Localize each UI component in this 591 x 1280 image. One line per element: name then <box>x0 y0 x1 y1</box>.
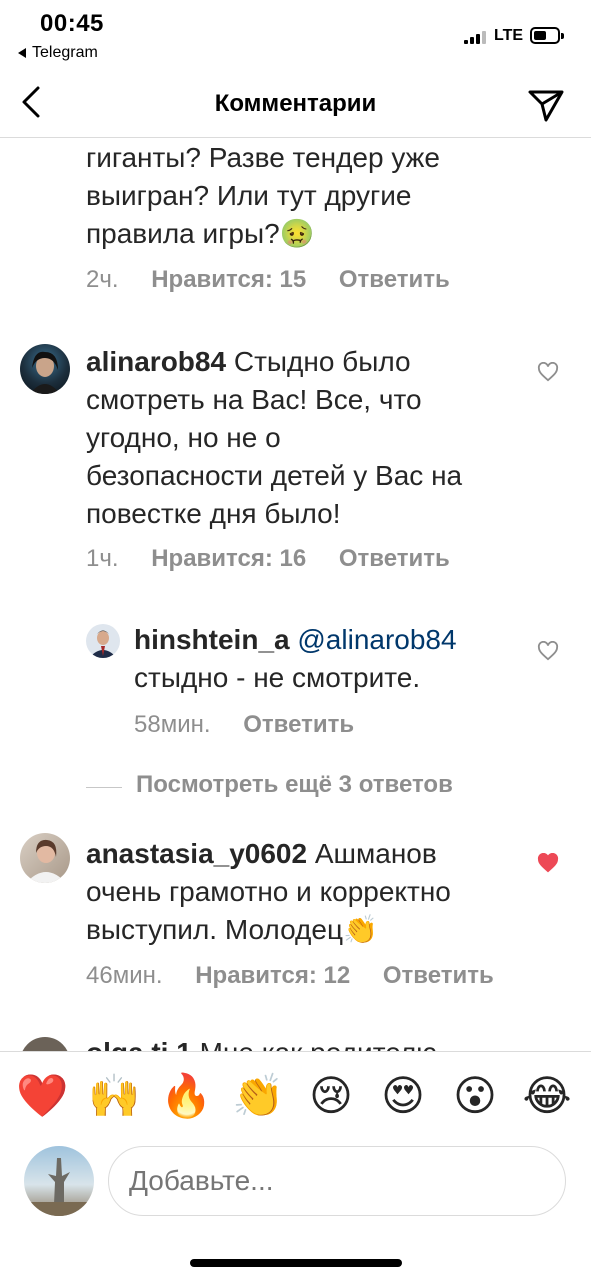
avatar[interactable] <box>20 1037 70 1051</box>
comment-line: смотреть на Вас! Все, что <box>86 384 422 415</box>
raising-hands-emoji-button[interactable]: 🙌 <box>88 1070 140 1122</box>
comment-line: повестке дня было! <box>86 498 341 529</box>
comment-time: 1ч. <box>86 545 119 572</box>
comment-meta: 2ч. Нравится: 15 Ответить <box>86 266 476 294</box>
laughing-emoji-button[interactable]: 😂 <box>521 1070 573 1122</box>
divider <box>86 787 122 788</box>
direct-share-icon[interactable] <box>526 84 566 124</box>
comment-text: alinarob84 Стыдно было смотреть на Вас! … <box>86 343 462 533</box>
comment-time: 2ч. <box>86 266 119 293</box>
comment-line: alinarob84 Стыдно было <box>86 343 462 381</box>
comment-line: hinshtein_a @alinarob84 <box>134 621 457 659</box>
comment-line: выступил. Молодец👏 <box>86 914 378 945</box>
comment-line: угодно, но не о <box>86 422 281 453</box>
comments-list[interactable]: гиганты? Разве тендер уже выигран? Или т… <box>0 139 591 1051</box>
comment-text: olga.ti.1 Мне как родителю <box>86 1034 437 1051</box>
back-triangle-icon <box>18 47 26 58</box>
comment-line-text: Стыдно было <box>226 346 411 377</box>
avatar[interactable] <box>20 833 70 883</box>
liked-heart-icon[interactable] <box>537 853 559 873</box>
likes-count-link[interactable]: Нравится: 15 <box>151 266 306 293</box>
reply-button[interactable]: Ответить <box>339 266 450 293</box>
heart-eyes-emoji-button[interactable]: 😍 <box>377 1070 429 1122</box>
comment-meta: 58мин. Ответить <box>134 711 380 739</box>
view-more-replies-label: Посмотреть ещё 3 ответов <box>136 771 453 798</box>
comment-line: стыдно - не смотрите. <box>134 662 421 693</box>
reply-button[interactable]: Ответить <box>339 545 450 572</box>
comment-line: правила игры?🤢 <box>86 218 315 249</box>
likes-count-link[interactable]: Нравится: 16 <box>151 545 306 572</box>
comment-line: гиганты? Разве тендер уже <box>86 142 440 173</box>
comment-line: выигран? Или тут другие <box>86 180 412 211</box>
battery-icon <box>530 27 564 44</box>
like-heart-icon[interactable] <box>537 362 559 382</box>
heart-emoji-button[interactable]: ❤️ <box>16 1070 68 1122</box>
comment-composer <box>0 1141 591 1241</box>
mention-link[interactable]: @alinarob84 <box>297 624 456 655</box>
comment-meta: 46мин. Нравится: 12 Ответить <box>86 962 520 990</box>
comment-username[interactable]: alinarob84 <box>86 346 226 377</box>
comment-text: гиганты? Разве тендер уже выигран? Или т… <box>86 139 440 253</box>
comment-text: anastasia_y0602 Ашманов очень грамотно и… <box>86 835 451 949</box>
comment-username[interactable]: hinshtein_a <box>134 624 290 655</box>
comment-meta: 1ч. Нравится: 16 Ответить <box>86 545 476 573</box>
comment-time: 58мин. <box>134 711 211 738</box>
back-to-app-link[interactable]: Telegram <box>18 44 98 62</box>
clapping-emoji-button[interactable]: 👏 <box>232 1070 284 1122</box>
comment-line: безопасности детей у Вас на <box>86 460 463 491</box>
crying-emoji-button[interactable]: 😢 <box>305 1070 357 1122</box>
status-bar: 00:45 Telegram LTE <box>0 0 591 70</box>
status-time: 00:45 <box>40 10 104 37</box>
likes-count-link[interactable]: Нравится: 12 <box>195 962 350 989</box>
comment-line: anastasia_y0602 Ашманов <box>86 835 451 873</box>
comment-username[interactable]: anastasia_y0602 <box>86 838 307 869</box>
reply-button[interactable]: Ответить <box>243 711 354 738</box>
emoji-quick-bar: ❤️ 🙌 🔥 👏 😢 😍 😮 😂 <box>0 1051 591 1141</box>
comment-line: olga.ti.1 Мне как родителю <box>86 1034 437 1051</box>
navigation-bar: Комментарии <box>0 70 591 138</box>
fire-emoji-button[interactable]: 🔥 <box>160 1070 212 1122</box>
surprised-emoji-button[interactable]: 😮 <box>449 1070 501 1122</box>
comment-text: hinshtein_a @alinarob84 стыдно - не смот… <box>134 621 457 697</box>
page-title: Комментарии <box>214 90 377 117</box>
current-user-avatar <box>24 1146 94 1216</box>
home-indicator <box>190 1259 402 1267</box>
comment-line-text: Мне как родителю <box>192 1037 438 1051</box>
comment-line-text: Ашманов <box>307 838 437 869</box>
comment-username[interactable]: olga.ti.1 <box>86 1037 192 1051</box>
comment-time: 46мин. <box>86 962 163 989</box>
avatar[interactable] <box>20 344 70 394</box>
reply-button[interactable]: Ответить <box>383 962 494 989</box>
like-heart-icon[interactable] <box>537 641 559 661</box>
comment-input[interactable] <box>108 1146 566 1216</box>
network-type: LTE <box>494 27 524 44</box>
signal-icon <box>464 30 486 44</box>
comment-line: очень грамотно и корректно <box>86 876 451 907</box>
avatar[interactable] <box>86 624 120 658</box>
back-app-label: Telegram <box>32 44 98 61</box>
